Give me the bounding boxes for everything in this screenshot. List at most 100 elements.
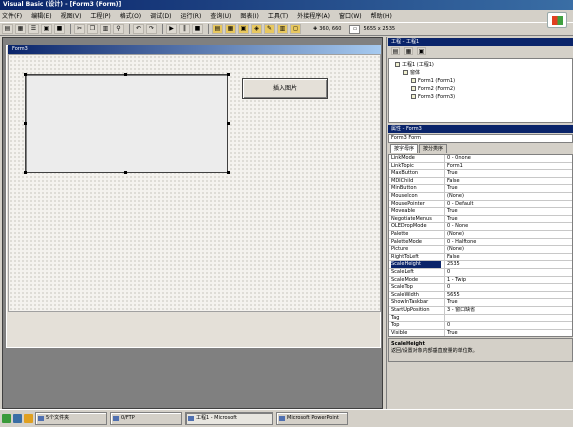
redo-icon[interactable]: ↷ [146, 24, 157, 34]
save-icon[interactable]: ■ [54, 24, 65, 34]
pause-icon[interactable]: ‖ [179, 24, 190, 34]
tree-node[interactable]: Form3 (Form3) [411, 94, 455, 101]
property-value[interactable]: True [447, 299, 458, 306]
property-value[interactable]: 0 [447, 269, 450, 276]
menu-item[interactable]: 文件(F) [2, 13, 22, 20]
property-row[interactable]: RightToLeft False [389, 253, 572, 262]
menu-item[interactable]: 运行(R) [180, 13, 201, 20]
property-row[interactable]: Moveable True [389, 208, 572, 216]
menu-item[interactable]: 编辑(E) [31, 13, 51, 20]
property-value[interactable]: True [447, 330, 458, 336]
quick-launch-icon[interactable] [2, 414, 11, 423]
resize-handle[interactable] [24, 171, 27, 174]
quick-launch-icon[interactable] [24, 414, 33, 423]
property-value[interactable]: 0 - Default [447, 201, 473, 208]
property-value[interactable]: 0 [447, 322, 450, 329]
view-object-icon[interactable]: ▦ [404, 47, 413, 55]
data-view-icon[interactable]: ▥ [277, 24, 288, 34]
property-value[interactable]: 0 [447, 284, 450, 291]
property-value[interactable]: (None) [447, 193, 464, 200]
property-row[interactable]: OLEDropMode 0 - None [389, 223, 572, 231]
tree-node[interactable]: Form2 (Form2) [411, 86, 455, 93]
property-value[interactable]: False [447, 254, 460, 261]
resize-handle[interactable] [124, 73, 127, 76]
menu-item[interactable]: 外接程序(A) [297, 13, 330, 20]
property-value[interactable]: True [447, 170, 458, 177]
menu-item[interactable]: 工具(T) [268, 13, 288, 20]
toggle-folders-icon[interactable]: ▣ [417, 47, 426, 55]
property-row[interactable]: Tag [389, 314, 572, 323]
property-value[interactable]: (None) [447, 231, 464, 238]
tab-alphabetic[interactable]: 按字母序 [390, 144, 419, 153]
property-value[interactable]: 0 - Halftone [447, 239, 476, 246]
property-value[interactable]: True [447, 216, 458, 223]
property-row[interactable]: MDIChild False [389, 177, 572, 186]
property-row[interactable]: ScaleLeft 0 [389, 269, 572, 277]
property-row[interactable]: NegotiateMenus True [389, 215, 572, 224]
property-row[interactable]: LinkTopic Form1 [389, 162, 572, 171]
resize-handle[interactable] [24, 122, 27, 125]
view-code-icon[interactable]: ▤ [391, 47, 400, 55]
form-title-bar[interactable]: Form3 [8, 45, 381, 54]
project-explorer-icon[interactable]: ▤ [212, 24, 223, 34]
property-value[interactable]: 2535 [447, 261, 460, 268]
add-form-icon[interactable]: ▦ [15, 24, 26, 34]
property-row[interactable]: ScaleMode 1 - Twip [389, 276, 572, 285]
run-icon[interactable]: ▶ [166, 24, 177, 34]
property-value[interactable]: True [447, 208, 458, 215]
quick-launch-icon[interactable] [13, 414, 22, 423]
picture-box[interactable] [25, 74, 228, 173]
property-row[interactable]: LinkMode 0 - 0none [389, 155, 572, 163]
property-value[interactable]: 0 - None [447, 223, 468, 230]
toolbox-icon[interactable]: ✎ [264, 24, 275, 34]
property-row[interactable]: MaxButton True [389, 170, 572, 178]
menu-item[interactable]: 查询(U) [210, 13, 231, 20]
add-project-icon[interactable]: ▤ [2, 24, 13, 34]
resize-handle[interactable] [227, 73, 230, 76]
properties-window-icon[interactable]: ▦ [225, 24, 236, 34]
property-row[interactable]: ScaleTop 0 [389, 284, 572, 292]
taskbar-button[interactable]: 5个文件夹 [35, 412, 107, 425]
cut-icon[interactable]: ✂ [74, 24, 85, 34]
property-row[interactable]: Picture (None) [389, 246, 572, 254]
property-row[interactable]: MinButton True [389, 185, 572, 193]
form-layout-icon[interactable]: ▣ [238, 24, 249, 34]
resize-handle[interactable] [24, 73, 27, 76]
property-row[interactable]: ScaleHeight 2535 [389, 261, 572, 269]
paste-icon[interactable]: ▥ [100, 24, 111, 34]
property-value[interactable]: 1 - Twip [447, 277, 466, 284]
property-row[interactable]: MousePointer 0 - Default [389, 200, 572, 209]
property-row[interactable]: Top 0 [389, 322, 572, 330]
undo-icon[interactable]: ↶ [133, 24, 144, 34]
menu-editor-icon[interactable]: ☰ [28, 24, 39, 34]
component-manager-icon[interactable]: ◻ [290, 24, 301, 34]
tab-categorized[interactable]: 按分类序 [419, 144, 448, 153]
property-value[interactable]: 3 - 窗口缺省 [447, 307, 475, 314]
property-value[interactable]: (None) [447, 246, 464, 253]
tree-node[interactable]: Form1 (Form1) [411, 78, 455, 85]
object-selector[interactable]: Form3 Form [388, 134, 573, 143]
menu-item[interactable]: 视图(V) [61, 13, 82, 20]
menu-item[interactable]: 图表(I) [240, 13, 258, 20]
menu-item[interactable]: 调试(D) [150, 13, 171, 20]
resize-handle[interactable] [124, 171, 127, 174]
insert-picture-button[interactable]: 插入图片 [242, 78, 328, 99]
taskbar-button[interactable]: 0/FTP [110, 412, 182, 425]
stop-icon[interactable]: ■ [192, 24, 203, 34]
tree-node[interactable]: 工程1 (工程1) [395, 62, 434, 69]
property-value[interactable]: True [447, 185, 458, 192]
menu-item[interactable]: 工程(P) [90, 13, 110, 20]
taskbar-button[interactable]: 工程1 - Microsoft [185, 412, 273, 425]
property-row[interactable]: PaletteMode 0 - Halftone [389, 238, 572, 247]
menu-item[interactable]: 格式(O) [120, 13, 141, 20]
property-row[interactable]: Visible True [389, 329, 572, 336]
property-value[interactable]: Form1 [447, 163, 463, 170]
copy-icon[interactable]: ❐ [87, 24, 98, 34]
resize-handle[interactable] [227, 122, 230, 125]
menu-item[interactable]: 帮助(H) [371, 13, 392, 20]
open-icon[interactable]: ▣ [41, 24, 52, 34]
property-row[interactable]: StartUpPosition 3 - 窗口缺省 [389, 307, 572, 315]
property-row[interactable]: ShowInTaskbar True [389, 299, 572, 307]
resize-handle[interactable] [227, 171, 230, 174]
tree-node[interactable]: 窗体 [403, 70, 420, 77]
